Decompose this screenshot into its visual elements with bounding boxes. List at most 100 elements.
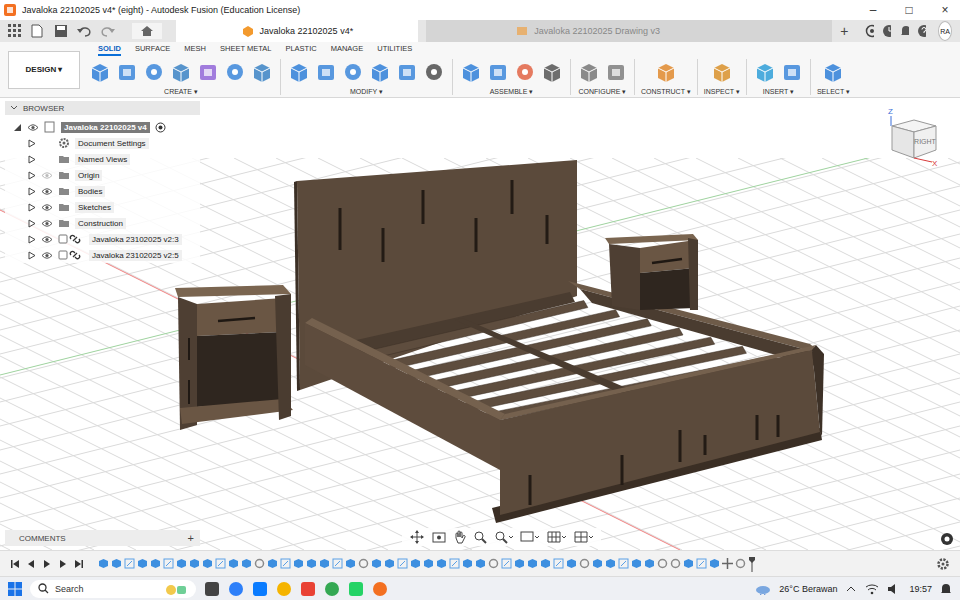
tool-icon[interactable] [604, 60, 628, 84]
sketch-feature-icon[interactable] [618, 558, 629, 569]
sketch-feature-icon[interactable] [449, 558, 460, 569]
ribbon-tab[interactable]: SURFACE [135, 44, 170, 56]
ribbon-tab[interactable]: MESH [184, 44, 206, 56]
comments-bar[interactable]: COMMENTS + [5, 530, 200, 546]
tool-group-label[interactable]: MODIFY ▾ [350, 88, 383, 96]
browser-item-label[interactable]: Javaloka 22102025 v4 [61, 122, 150, 133]
tool-group-label[interactable]: CREATE ▾ [164, 88, 198, 96]
browser-item[interactable]: Javaloka 22102025 v4 [5, 119, 200, 135]
tool-icon[interactable] [459, 60, 483, 84]
body-feature-icon[interactable] [566, 558, 577, 569]
browser-item-label[interactable]: Javaloka 23102025 v2:3 [89, 234, 182, 245]
browser-item[interactable]: Origin [5, 167, 200, 183]
grid-settings-icon[interactable] [546, 530, 568, 544]
body-feature-icon[interactable] [98, 558, 109, 569]
browser-header[interactable]: BROWSER [5, 101, 200, 115]
body-feature-icon[interactable] [319, 558, 330, 569]
left-nightstand[interactable] [175, 285, 293, 430]
tool-icon[interactable] [314, 60, 338, 84]
view-cube-face[interactable]: RIGHT [914, 138, 937, 145]
taskbar-app-icon[interactable] [372, 581, 388, 597]
workspace-switcher[interactable]: DESIGN ▾ [8, 51, 80, 89]
browser-item[interactable]: Javaloka 23102025 v2:5 [5, 247, 200, 263]
system-tray-chevron-icon[interactable] [845, 583, 857, 595]
tool-icon[interactable] [287, 60, 311, 84]
collapse-icon[interactable] [9, 103, 19, 113]
browser-item[interactable]: Sketches [5, 199, 200, 215]
eye-hidden-icon[interactable] [41, 171, 53, 180]
collapsed-arrow-icon[interactable] [27, 139, 36, 148]
move-feature-icon[interactable] [722, 558, 733, 569]
sketch-feature-icon[interactable] [501, 558, 512, 569]
job-status-icon[interactable] [882, 24, 891, 38]
active-target-icon[interactable] [155, 122, 166, 133]
collapsed-arrow-icon[interactable] [27, 235, 36, 244]
tool-group-label[interactable]: INSERT ▾ [763, 88, 794, 96]
body-feature-icon[interactable] [228, 558, 239, 569]
body-feature-icon[interactable] [241, 558, 252, 569]
window-control[interactable]: × [930, 3, 960, 17]
browser-item[interactable]: Bodies [5, 183, 200, 199]
joint-feature-icon[interactable] [254, 558, 265, 569]
sketch-feature-icon[interactable] [163, 558, 174, 569]
display-settings-icon[interactable] [519, 530, 541, 544]
body-feature-icon[interactable] [202, 558, 213, 569]
collapsed-arrow-icon[interactable] [27, 251, 36, 260]
body-feature-icon[interactable] [605, 558, 616, 569]
collapsed-arrow-icon[interactable] [27, 187, 36, 196]
sketch-feature-icon[interactable] [696, 558, 707, 569]
right-nightstand[interactable] [605, 234, 698, 310]
body-feature-icon[interactable] [631, 558, 642, 569]
sketch-feature-icon[interactable] [124, 558, 135, 569]
tool-icon[interactable] [422, 60, 446, 84]
tool-group-label[interactable]: CONFIGURE ▾ [579, 88, 627, 96]
ribbon-tab[interactable]: PLASTIC [285, 44, 316, 56]
browser-item[interactable]: Javaloka 23102025 v2:3 [5, 231, 200, 247]
tool-icon[interactable] [115, 60, 139, 84]
body-feature-icon[interactable] [644, 558, 655, 569]
window-control[interactable]: – [858, 3, 888, 17]
browser-item-label[interactable]: Origin [75, 170, 102, 181]
view-cube[interactable]: RIGHTZX [880, 106, 944, 172]
eye-icon[interactable] [27, 123, 39, 132]
weather-status[interactable]: 26°C Berawan [779, 584, 837, 594]
document-tab[interactable]: Javaloka 22102025 Drawing v3 [426, 20, 832, 42]
body-feature-icon[interactable] [267, 558, 278, 569]
add-comment-button[interactable]: + [188, 532, 194, 544]
body-feature-icon[interactable] [371, 558, 382, 569]
notifications-icon[interactable] [899, 24, 908, 38]
collapsed-arrow-icon[interactable] [27, 203, 36, 212]
taskbar-app-icon[interactable] [324, 581, 340, 597]
body-feature-icon[interactable] [540, 558, 551, 569]
tool-icon[interactable] [577, 60, 601, 84]
3d-viewport[interactable]: BROWSER Javaloka 22102025 v4 Document Se… [0, 98, 960, 550]
browser-item-label[interactable]: Named Views [75, 154, 130, 165]
tool-group-label[interactable]: ASSEMBLE ▾ [490, 88, 534, 96]
body-feature-icon[interactable] [423, 558, 434, 569]
eye-icon[interactable] [41, 235, 53, 244]
browser-item-label[interactable]: Sketches [75, 202, 114, 213]
body-feature-icon[interactable] [176, 558, 187, 569]
tool-group-label[interactable]: CONSTRUCT ▾ [641, 88, 691, 96]
sketch-feature-icon[interactable] [215, 558, 226, 569]
taskbar-app-icon[interactable] [348, 581, 364, 597]
body-feature-icon[interactable] [475, 558, 486, 569]
browser-item[interactable]: Named Views [5, 151, 200, 167]
joint-feature-icon[interactable] [735, 558, 746, 569]
tool-icon[interactable] [486, 60, 510, 84]
look-at-icon[interactable] [431, 530, 447, 544]
tool-icon[interactable] [368, 60, 392, 84]
body-feature-icon[interactable] [293, 558, 304, 569]
step-back-icon[interactable] [26, 559, 36, 569]
body-feature-icon[interactable] [436, 558, 447, 569]
help-icon[interactable] [917, 24, 926, 38]
browser-item-label[interactable]: Javaloka 23102025 v2:5 [89, 250, 182, 261]
play-icon[interactable] [42, 559, 52, 569]
tool-icon[interactable] [142, 60, 166, 84]
save-icon[interactable] [54, 24, 68, 38]
tool-icon[interactable] [821, 60, 845, 84]
undo-icon[interactable] [76, 24, 92, 38]
zoom-icon[interactable] [473, 530, 489, 544]
fit-zoom-icon[interactable] [494, 530, 514, 544]
body-feature-icon[interactable] [189, 558, 200, 569]
